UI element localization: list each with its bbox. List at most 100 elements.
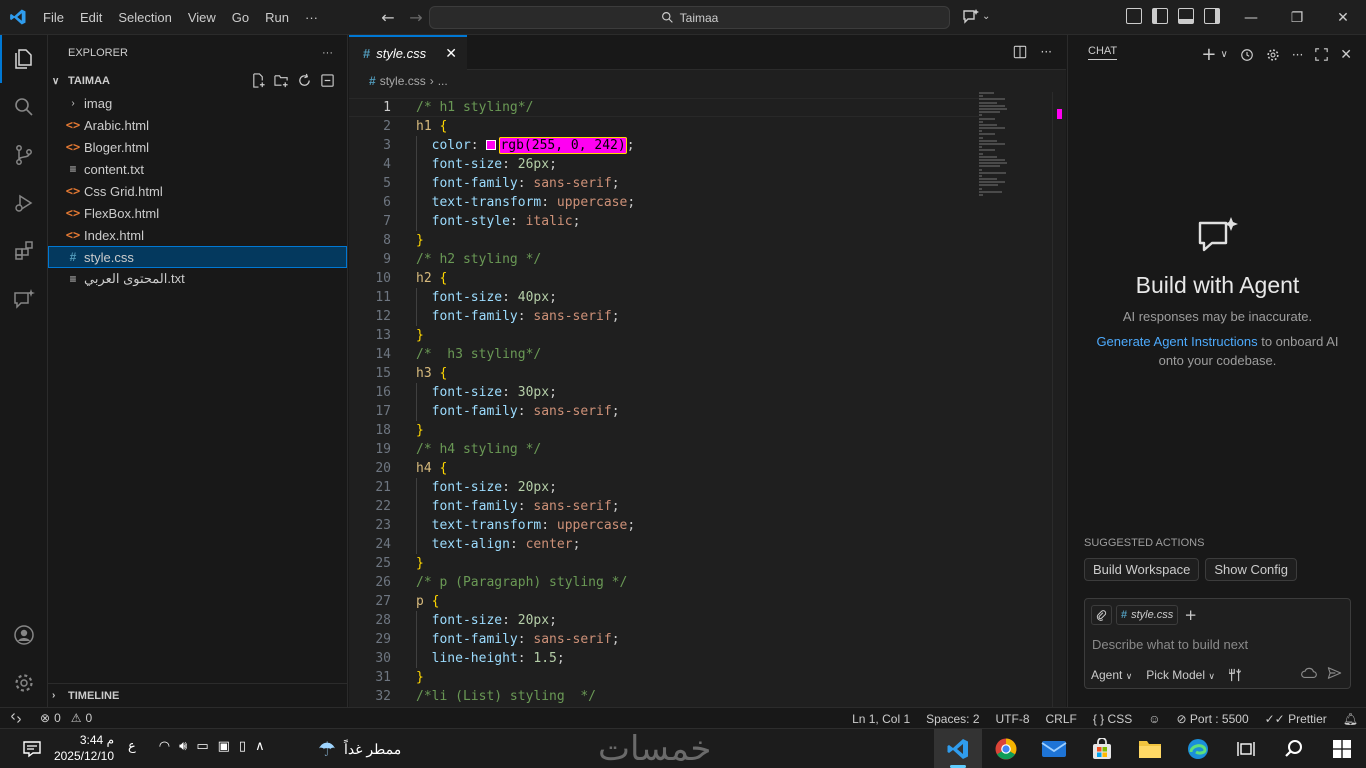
taskbar-search[interactable] bbox=[1270, 729, 1318, 768]
toggle-secondary-sidebar-icon[interactable] bbox=[1204, 8, 1220, 24]
tree-item-index-html[interactable]: <> Index.html bbox=[48, 224, 347, 246]
attach-icon[interactable] bbox=[1091, 605, 1112, 625]
folder-header[interactable]: ∨ TAIMAA bbox=[48, 70, 347, 92]
chat-icon[interactable] bbox=[0, 275, 48, 323]
tree-item-css-grid-html[interactable]: <> Css Grid.html bbox=[48, 180, 347, 202]
chat-input-box[interactable]: # style.css + Describe what to build next… bbox=[1084, 598, 1351, 689]
tree-item-imag[interactable]: › imag bbox=[48, 92, 347, 114]
code-line[interactable]: 17 font-family: sans-serif; bbox=[349, 402, 979, 421]
code-line[interactable]: 19 /* h4 styling */ bbox=[349, 440, 979, 459]
menu-selection[interactable]: Selection bbox=[110, 0, 179, 35]
notifications-bell-icon[interactable]: 🔔︎ bbox=[1343, 712, 1358, 726]
code-line[interactable]: 14 /* h3 styling*/ bbox=[349, 345, 979, 364]
add-context-icon[interactable]: + bbox=[1184, 606, 1197, 624]
wifi-icon[interactable]: ◠ bbox=[159, 739, 170, 754]
build-workspace-button[interactable]: Build Workspace bbox=[1084, 558, 1200, 581]
account-icon[interactable] bbox=[0, 611, 48, 659]
line-ending[interactable]: CRLF bbox=[1046, 712, 1077, 726]
code-line[interactable]: 28 font-size: 20px; bbox=[349, 611, 979, 630]
code-line[interactable]: 32 /*li (List) styling */ bbox=[349, 687, 979, 706]
notifications-icon[interactable] bbox=[22, 739, 42, 763]
send-icon[interactable] bbox=[1327, 666, 1342, 680]
code-line[interactable]: 16 font-size: 30px; bbox=[349, 383, 979, 402]
chat-input-placeholder[interactable]: Describe what to build next bbox=[1092, 637, 1248, 652]
input-language[interactable]: ع bbox=[128, 739, 136, 754]
copilot-menu-button[interactable]: ⌄ bbox=[962, 8, 990, 24]
tree-item-flexbox-html[interactable]: <> FlexBox.html bbox=[48, 202, 347, 224]
command-center-search[interactable]: Taimaa bbox=[429, 6, 950, 29]
code-line[interactable]: 5 font-family: sans-serif; bbox=[349, 174, 979, 193]
run-debug-icon[interactable] bbox=[0, 179, 48, 227]
file-explorer-app[interactable] bbox=[1126, 729, 1174, 768]
history-icon[interactable] bbox=[1240, 48, 1254, 62]
close-button[interactable]: ✕ bbox=[1320, 0, 1366, 35]
explorer-more-icon[interactable]: ··· bbox=[322, 47, 333, 59]
code-line[interactable]: 23 text-transform: uppercase; bbox=[349, 516, 979, 535]
code-line[interactable]: 15 h3 { bbox=[349, 364, 979, 383]
editor-more-icon[interactable]: ··· bbox=[1041, 45, 1052, 59]
explorer-icon[interactable] bbox=[0, 35, 48, 83]
context-file-chip[interactable]: # style.css bbox=[1116, 605, 1179, 625]
code-line[interactable]: 20 h4 { bbox=[349, 459, 979, 478]
tab-style-css[interactable]: # style.css ✕ bbox=[349, 35, 467, 70]
code-line[interactable]: 31} bbox=[349, 668, 979, 687]
code-line[interactable]: 21 font-size: 20px; bbox=[349, 478, 979, 497]
source-control-icon[interactable] bbox=[0, 131, 48, 179]
search-icon[interactable] bbox=[0, 83, 48, 131]
minimap[interactable] bbox=[979, 92, 1039, 196]
code-line[interactable]: 30 line-height: 1.5; bbox=[349, 649, 979, 668]
breadcrumb-symbols[interactable]: ... bbox=[438, 74, 448, 88]
menu-edit[interactable]: Edit bbox=[72, 0, 110, 35]
remote-indicator[interactable] bbox=[0, 708, 32, 729]
copilot-status-icon[interactable]: ☺ bbox=[1148, 712, 1160, 726]
back-arrow-icon[interactable]: ← bbox=[378, 8, 398, 27]
code-line[interactable]: 2 h1 { bbox=[349, 117, 979, 136]
split-editor-icon[interactable] bbox=[1013, 45, 1027, 59]
code-line[interactable]: 11 font-size: 40px; bbox=[349, 288, 979, 307]
menu-go[interactable]: Go bbox=[224, 0, 257, 35]
code-line[interactable]: 26 /* p (Paragraph) styling */ bbox=[349, 573, 979, 592]
code-line[interactable]: 10 h2 { bbox=[349, 269, 979, 288]
breadcrumb-file[interactable]: style.css bbox=[380, 74, 426, 88]
menu-file[interactable]: File bbox=[35, 0, 72, 35]
editor-scrollbar[interactable] bbox=[1052, 92, 1066, 707]
code-line[interactable]: 12 font-family: sans-serif; bbox=[349, 307, 979, 326]
toggle-primary-sidebar-icon[interactable] bbox=[1152, 8, 1168, 24]
indentation[interactable]: Spaces: 2 bbox=[926, 712, 979, 726]
code-line[interactable]: 22 font-family: sans-serif; bbox=[349, 497, 979, 516]
close-tab-icon[interactable]: ✕ bbox=[445, 45, 457, 62]
tree-item-content-txt[interactable]: ≡ content.txt bbox=[48, 158, 347, 180]
system-clock[interactable]: 3:44 م 2025/12/10 bbox=[52, 732, 114, 764]
collapse-all-icon[interactable] bbox=[320, 73, 335, 88]
close-icon[interactable]: ✕ bbox=[1340, 47, 1352, 63]
settings-gear-icon[interactable] bbox=[0, 659, 48, 707]
encoding[interactable]: UTF-8 bbox=[996, 712, 1030, 726]
code-line[interactable]: 29 font-family: sans-serif; bbox=[349, 630, 979, 649]
tree-item-style-css[interactable]: # style.css bbox=[48, 246, 347, 268]
forward-arrow-icon[interactable]: → bbox=[406, 8, 426, 27]
tools-icon[interactable] bbox=[1228, 668, 1243, 682]
code-editor[interactable]: 1/* h1 styling*/2 h1 {3 color: rgb(255, 0… bbox=[349, 92, 1066, 707]
start-button[interactable] bbox=[1318, 729, 1366, 768]
battery-icon[interactable]: ▭ bbox=[196, 739, 208, 754]
cursor-position[interactable]: Ln 1, Col 1 bbox=[852, 712, 910, 726]
customize-layout-icon[interactable] bbox=[1126, 8, 1142, 24]
code-line[interactable]: 3 color: rgb(255, 0, 242); bbox=[349, 136, 979, 155]
code-line[interactable]: 1 /* h1 styling*/ bbox=[349, 98, 979, 117]
menu-view[interactable]: View bbox=[180, 0, 224, 35]
code-line[interactable]: 27 p { bbox=[349, 592, 979, 611]
model-picker[interactable]: Pick Model ∨ bbox=[1146, 668, 1215, 682]
maximize-icon[interactable] bbox=[1315, 48, 1329, 61]
code-line[interactable]: 4 font-size: 26px; bbox=[349, 155, 979, 174]
tree-item-arabic-content-txt[interactable]: ≡ المحتوى العربي.txt bbox=[48, 268, 347, 290]
new-folder-icon[interactable] bbox=[274, 73, 289, 88]
task-view-button[interactable] bbox=[1222, 729, 1270, 768]
generate-instructions-link[interactable]: Generate Agent Instructions bbox=[1096, 334, 1257, 349]
phone-link-icon[interactable]: ▯ bbox=[239, 739, 246, 754]
menu-more[interactable]: ··· bbox=[297, 0, 326, 35]
code-line[interactable]: 7 font-style: italic; bbox=[349, 212, 979, 231]
extensions-icon[interactable] bbox=[0, 227, 48, 275]
status-problems[interactable]: ⊗ 0 ⚠ 0 bbox=[32, 711, 92, 725]
menu-run[interactable]: Run bbox=[257, 0, 297, 35]
tree-item-bloger-html[interactable]: <> Bloger.html bbox=[48, 136, 347, 158]
